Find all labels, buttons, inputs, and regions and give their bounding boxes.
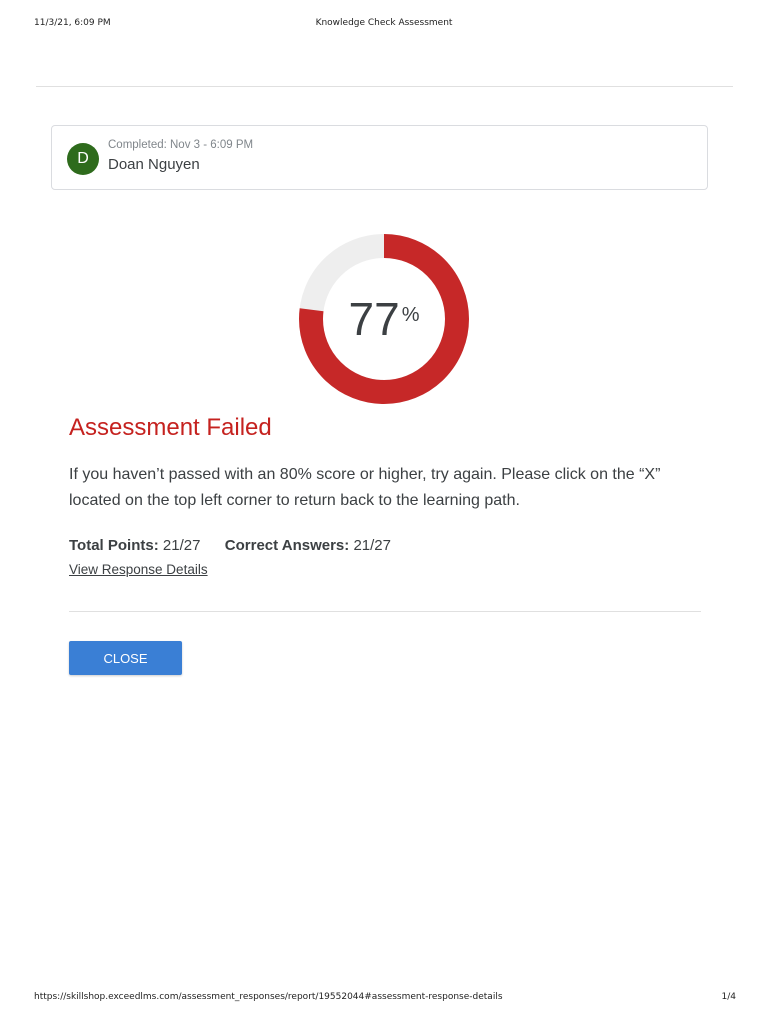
view-response-details-link[interactable]: View Response Details	[69, 562, 208, 577]
result-title: Assessment Failed	[69, 414, 272, 441]
total-points-label: Total Points:	[69, 537, 159, 554]
print-url: https://skillshop.exceedlms.com/assessme…	[34, 992, 503, 1002]
score-number: 77	[348, 293, 400, 345]
score-value: 77%	[299, 292, 469, 346]
correct-answers-value: 21/27	[353, 537, 391, 554]
completed-timestamp: Completed: Nov 3 - 6:09 PM	[108, 139, 254, 151]
user-name: Doan Nguyen	[108, 156, 200, 173]
avatar: D	[67, 143, 99, 175]
top-divider	[36, 86, 733, 87]
score-unit: %	[401, 304, 420, 326]
result-message: If you haven’t passed with an 80% score …	[69, 466, 661, 509]
correct-answers-label: Correct Answers:	[224, 537, 350, 554]
print-footer: https://skillshop.exceedlms.com/assessme…	[0, 992, 768, 1006]
total-points-value: 21/27	[162, 537, 201, 554]
print-page-title: Knowledge Check Assessment	[315, 18, 453, 28]
score-stats: Total Points: 21/27 Correct Answers: 21/…	[69, 537, 391, 554]
print-page-number: 1/4	[721, 992, 736, 1002]
close-button[interactable]: CLOSE	[69, 641, 182, 675]
user-card: D Completed: Nov 3 - 6:09 PM Doan Nguyen	[51, 125, 708, 190]
print-header: 11/3/21, 6:09 PM Knowledge Check Assessm…	[0, 18, 768, 32]
section-divider	[69, 611, 701, 612]
